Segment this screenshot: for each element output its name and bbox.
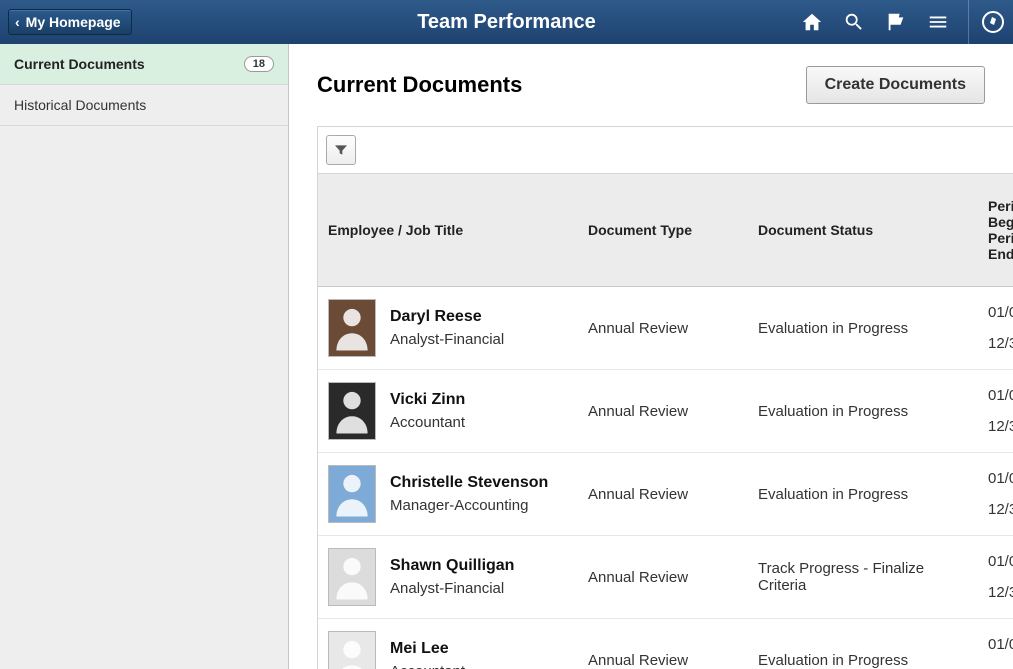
column-period[interactable]: Peri Beg Peri End	[978, 174, 1013, 287]
employee-name: Mei Lee	[390, 640, 465, 658]
cell-period: 01/0 12/3	[978, 536, 1013, 619]
cell-document-type: Annual Review	[578, 370, 748, 453]
avatar	[328, 631, 376, 669]
home-icon[interactable]	[800, 10, 824, 34]
documents-grid: Employee / Job Title Document Type Docum…	[317, 126, 1013, 669]
table-row[interactable]: Daryl Reese Analyst-Financial Annual Rev…	[318, 287, 1013, 370]
employee-name: Daryl Reese	[390, 308, 504, 326]
filter-button[interactable]	[326, 135, 356, 165]
employee-title: Analyst-Financial	[390, 331, 504, 348]
create-documents-button[interactable]: Create Documents	[806, 66, 985, 104]
back-button[interactable]: ‹ My Homepage	[8, 9, 132, 35]
column-document-status[interactable]: Document Status	[748, 174, 978, 287]
menu-icon[interactable]	[926, 10, 950, 34]
cell-document-type: Annual Review	[578, 453, 748, 536]
employee-name: Shawn Quilligan	[390, 557, 514, 575]
employee-title: Accountant	[390, 414, 465, 431]
cell-document-type: Annual Review	[578, 287, 748, 370]
top-actions	[800, 0, 1013, 44]
cell-period: 01/0 12/3	[978, 370, 1013, 453]
employee-title: Manager-Accounting	[390, 497, 548, 514]
cell-period: 01/0 12/3	[978, 619, 1013, 669]
sidebar-item-label: Historical Documents	[14, 97, 146, 113]
avatar	[328, 299, 376, 357]
table-header-row: Employee / Job Title Document Type Docum…	[318, 174, 1013, 287]
cell-document-status: Track Progress - Finalize Criteria	[748, 536, 978, 619]
sidebar-item-historical-documents[interactable]: Historical Documents	[0, 85, 288, 126]
back-label: My Homepage	[26, 14, 121, 30]
avatar	[328, 548, 376, 606]
compass-icon[interactable]	[981, 10, 1005, 34]
cell-period: 01/0 12/3	[978, 453, 1013, 536]
sidebar-item-current-documents[interactable]: Current Documents 18	[0, 44, 288, 85]
table-row[interactable]: Vicki Zinn Accountant Annual Review Eval…	[318, 370, 1013, 453]
employee-title: Analyst-Financial	[390, 580, 514, 597]
top-bar: ‹ My Homepage Team Performance	[0, 0, 1013, 44]
cell-period: 01/0 12/3	[978, 287, 1013, 370]
sidebar-item-label: Current Documents	[14, 56, 145, 72]
cell-document-type: Annual Review	[578, 536, 748, 619]
avatar	[328, 465, 376, 523]
table-row[interactable]: Christelle Stevenson Manager-Accounting …	[318, 453, 1013, 536]
main-content: Current Documents Create Documents Emplo…	[289, 44, 1013, 669]
cell-document-status: Evaluation in Progress	[748, 287, 978, 370]
flag-icon[interactable]	[884, 10, 908, 34]
table-row[interactable]: Mei Lee Accountant Annual Review Evaluat…	[318, 619, 1013, 669]
avatar	[328, 382, 376, 440]
cell-document-status: Evaluation in Progress	[748, 453, 978, 536]
filter-icon	[333, 142, 349, 158]
table-row[interactable]: Shawn Quilligan Analyst-Financial Annual…	[318, 536, 1013, 619]
column-employee[interactable]: Employee / Job Title	[318, 174, 578, 287]
employee-name: Christelle Stevenson	[390, 474, 548, 492]
cell-document-status: Evaluation in Progress	[748, 619, 978, 669]
search-icon[interactable]	[842, 10, 866, 34]
chevron-left-icon: ‹	[15, 14, 20, 30]
page-heading: Current Documents	[317, 72, 522, 98]
employee-title: Accountant	[390, 663, 465, 669]
cell-document-type: Annual Review	[578, 619, 748, 669]
employee-name: Vicki Zinn	[390, 391, 465, 409]
sidebar-item-badge: 18	[244, 56, 274, 72]
column-document-type[interactable]: Document Type	[578, 174, 748, 287]
cell-document-status: Evaluation in Progress	[748, 370, 978, 453]
filter-row	[318, 127, 1013, 174]
sidebar: Current Documents 18 Historical Document…	[0, 44, 289, 669]
